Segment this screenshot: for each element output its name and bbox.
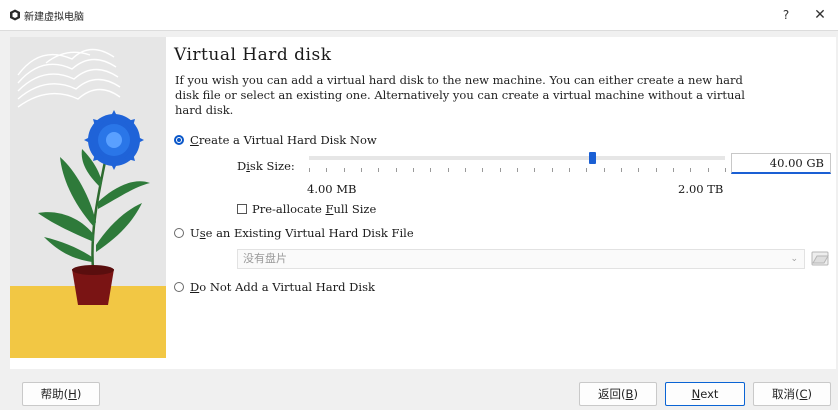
slider-tick xyxy=(361,168,362,172)
existing-disk-option[interactable]: Use an Existing Virtual Hard Disk File xyxy=(174,226,414,240)
existing-disk-select-value: 没有盘片 xyxy=(243,252,287,265)
help-dialog-button[interactable]: 帮助(H) xyxy=(22,382,100,406)
no-disk-option[interactable]: Do Not Add a Virtual Hard Disk xyxy=(174,280,375,294)
virtualbox-app-icon xyxy=(10,9,20,21)
slider-tick xyxy=(534,168,535,172)
no-disk-label: Do Not Add a Virtual Hard Disk xyxy=(190,280,375,294)
slider-tick xyxy=(465,168,466,172)
slider-tick xyxy=(604,168,605,172)
preallocate-checkbox[interactable] xyxy=(237,204,247,214)
existing-disk-label: Use an Existing Virtual Hard Disk File xyxy=(190,226,414,240)
slider-tick xyxy=(344,168,345,172)
slider-tick xyxy=(656,168,657,172)
slider-tick xyxy=(482,168,483,172)
create-disk-label: Create a Virtual Hard Disk Now xyxy=(190,133,377,147)
disk-size-slider-track[interactable] xyxy=(309,156,725,160)
window-title: 新建虚拟电脑 xyxy=(24,12,84,23)
back-button[interactable]: 返回(B) xyxy=(579,382,657,406)
chevron-down-icon: ⌄ xyxy=(790,254,798,264)
preallocate-label: Pre-allocate Full Size xyxy=(252,202,377,216)
slider-tick xyxy=(725,168,726,172)
slider-tick xyxy=(673,168,674,172)
slider-tick xyxy=(396,168,397,172)
no-disk-radio[interactable] xyxy=(174,282,184,292)
slider-tick xyxy=(586,168,587,172)
create-disk-radio[interactable] xyxy=(174,135,184,145)
slider-tick xyxy=(517,168,518,172)
plant-illustration xyxy=(10,37,166,358)
choose-disk-folder-icon[interactable] xyxy=(810,247,830,269)
next-button[interactable]: Next xyxy=(665,382,745,406)
slider-tick xyxy=(500,168,501,172)
slider-tick xyxy=(413,168,414,172)
slider-tick xyxy=(448,168,449,172)
create-disk-option[interactable]: Create a Virtual Hard Disk Now xyxy=(174,133,377,147)
slider-tick xyxy=(326,168,327,172)
slider-max-label: 2.00 TB xyxy=(678,182,724,196)
page-title: Virtual Hard disk xyxy=(174,45,332,65)
disk-size-slider-thumb[interactable] xyxy=(588,152,596,164)
existing-disk-select[interactable]: 没有盘片 ⌄ xyxy=(237,249,805,269)
disk-size-input[interactable]: 40.00 GB xyxy=(731,153,831,174)
slider-tick xyxy=(708,168,709,172)
slider-tick xyxy=(621,168,622,172)
wizard-page: Virtual Hard disk If you wish you can ad… xyxy=(10,37,836,369)
disk-size-label: Disk Size: xyxy=(237,159,295,173)
title-bar: 新建虚拟电脑 ? ✕ xyxy=(0,0,838,31)
slider-tick xyxy=(430,168,431,172)
help-button[interactable]: ? xyxy=(776,5,796,25)
intro-text: If you wish you can add a virtual hard d… xyxy=(175,73,745,117)
slider-tick xyxy=(309,168,310,172)
cancel-button[interactable]: 取消(C) xyxy=(753,382,831,406)
slider-tick xyxy=(552,168,553,172)
slider-tick xyxy=(378,168,379,172)
slider-tick xyxy=(569,168,570,172)
slider-tick xyxy=(638,168,639,172)
slider-min-label: 4.00 MB xyxy=(307,182,357,196)
close-button[interactable]: ✕ xyxy=(810,5,830,25)
slider-tick xyxy=(690,168,691,172)
existing-disk-radio[interactable] xyxy=(174,228,184,238)
